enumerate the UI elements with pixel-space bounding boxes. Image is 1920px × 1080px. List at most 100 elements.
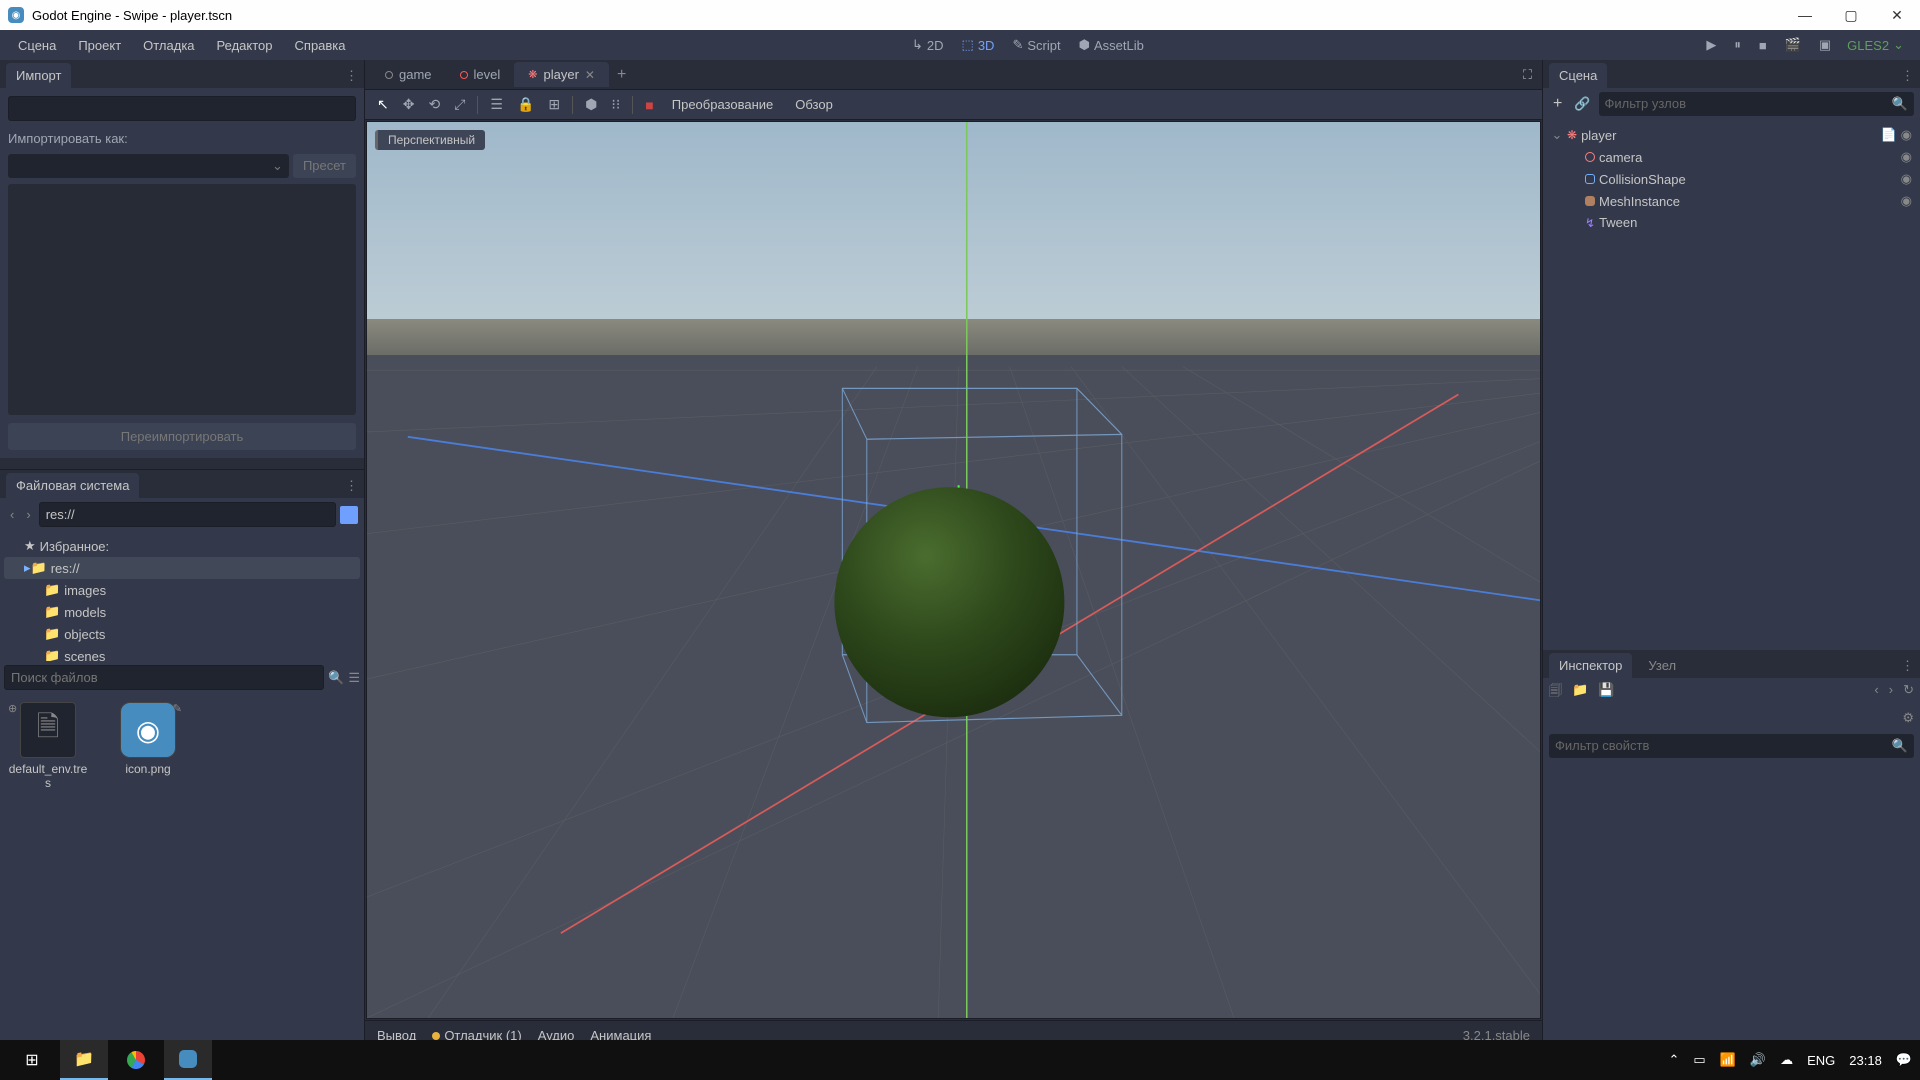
move-tool[interactable]: ✥ [397, 92, 421, 117]
scene-tab-level[interactable]: level [446, 62, 515, 87]
snap-tool[interactable]: ⁝⁝ [605, 92, 626, 117]
history-back-icon[interactable]: ‹ [1874, 682, 1878, 704]
mode-assetlib-button[interactable]: ⬢ AssetLib [1071, 33, 1152, 57]
history-menu-icon[interactable]: ↻ [1903, 682, 1914, 704]
local-space-tool[interactable]: ⬢ [579, 92, 603, 117]
rotate-tool[interactable]: ⟲ [422, 92, 446, 117]
window-close-button[interactable]: ✕ [1874, 0, 1920, 30]
taskbar-godot[interactable] [164, 1040, 212, 1080]
node-filter-input[interactable]: Фильтр узлов🔍 [1599, 92, 1914, 116]
dock-options-icon[interactable]: ⋮ [1901, 68, 1914, 84]
lock-tool[interactable]: 🔒 [511, 92, 540, 117]
inspector-tab[interactable]: Инспектор [1549, 653, 1632, 678]
script-icon[interactable]: 📄 [1880, 127, 1896, 143]
window-minimize-button[interactable]: — [1782, 0, 1828, 30]
reimport-button[interactable]: Переимпортировать [8, 423, 356, 450]
menu-editor[interactable]: Редактор [207, 34, 283, 57]
fs-folder-objects[interactable]: 📁 objects [4, 623, 360, 645]
close-tab-icon[interactable]: ✕ [585, 68, 595, 82]
fs-folder-images[interactable]: 📁 images [4, 579, 360, 601]
play-button[interactable]: ▶ [1700, 33, 1722, 57]
fs-search-input[interactable] [4, 665, 324, 690]
fs-folder-scenes[interactable]: 📁 scenes [4, 645, 360, 661]
menu-debug[interactable]: Отладка [133, 34, 204, 57]
scale-tool[interactable]: ⤢ [448, 92, 471, 117]
add-node-button[interactable]: + [1549, 93, 1566, 115]
filesystem-tab[interactable]: Файловая система [6, 473, 139, 498]
group-tool[interactable]: ⊞ [542, 92, 566, 117]
select-tool[interactable]: ↖ [371, 92, 395, 117]
fs-file-default-env[interactable]: ⊕ 🗎 default_env.tres [8, 702, 88, 1042]
tray-onedrive-icon[interactable]: ☁ [1780, 1052, 1793, 1068]
dock-options-icon[interactable]: ⋮ [345, 68, 358, 84]
pause-button[interactable]: ⏸ [1728, 33, 1747, 57]
mode-3d-button[interactable]: ⬚ 3D [954, 33, 1003, 57]
fs-split-toggle[interactable] [340, 506, 358, 524]
open-resource-icon[interactable]: 📁 [1572, 682, 1588, 704]
taskbar-chrome[interactable] [112, 1040, 160, 1080]
dock-options-icon[interactable]: ⋮ [1901, 658, 1914, 674]
save-icon[interactable]: 💾 [1598, 682, 1614, 704]
scene-tab-game[interactable]: game [371, 62, 446, 87]
fs-folder-models[interactable]: 📁 models [4, 601, 360, 623]
scene-tab-player[interactable]: ❋player✕ [514, 62, 609, 87]
stop-button[interactable]: ■ [1753, 34, 1773, 57]
tray-language[interactable]: ENG [1807, 1053, 1835, 1068]
scene-dock-tab[interactable]: Сцена [1549, 63, 1607, 88]
instance-scene-button[interactable]: 🔗 [1570, 94, 1594, 114]
taskbar-explorer[interactable]: 📁 [60, 1040, 108, 1080]
object-properties-icon[interactable]: ⚙ [1902, 710, 1914, 726]
node-tab[interactable]: Узел [1638, 653, 1686, 678]
play-custom-button[interactable]: ▣ [1813, 33, 1837, 57]
window-title: Godot Engine - Swipe - player.tscn [32, 8, 232, 23]
mode-2d-button[interactable]: ↳ 2D [904, 33, 952, 57]
scene-add-tab[interactable]: + [609, 62, 634, 88]
import-type-dropdown[interactable]: ⌄ [8, 154, 289, 178]
menu-project[interactable]: Проект [68, 34, 131, 57]
save-resource-icon[interactable]: 🗐 [1549, 682, 1562, 704]
window-maximize-button[interactable]: ▢ [1828, 0, 1874, 30]
godot-icon: ◉ [120, 702, 176, 758]
renderer-selector[interactable]: GLES2 ⌄ [1839, 33, 1912, 57]
tray-volume-icon[interactable]: 🔊 [1750, 1052, 1766, 1068]
transform-menu[interactable]: Преобразование [662, 93, 784, 116]
list-view-icon[interactable]: ☰ [348, 670, 360, 686]
visibility-icon[interactable]: ◉ [1901, 193, 1912, 209]
fs-file-icon-png[interactable]: ✎ ◉ icon.png [108, 702, 188, 1042]
fs-root[interactable]: ▸📁 res:// [4, 557, 360, 579]
node-meshinstance[interactable]: MeshInstance ◉ [1547, 190, 1916, 212]
visibility-icon[interactable]: ◉ [1901, 149, 1912, 165]
dock-options-icon[interactable]: ⋮ [345, 478, 358, 494]
visibility-icon[interactable]: ◉ [1901, 171, 1912, 187]
mode-script-button[interactable]: ✎ Script [1004, 33, 1068, 57]
tray-wifi-icon[interactable]: 📶 [1720, 1052, 1736, 1068]
menu-scene[interactable]: Сцена [8, 34, 66, 57]
preset-button[interactable]: Пресет [293, 154, 356, 178]
node-player[interactable]: ⌄❋player 📄◉ [1547, 124, 1916, 146]
menu-help[interactable]: Справка [285, 34, 356, 57]
property-filter-input[interactable]: Фильтр свойств🔍 [1549, 734, 1914, 758]
tray-notifications-icon[interactable]: 💬 [1896, 1052, 1912, 1068]
fs-back-button[interactable]: ‹ [6, 505, 18, 524]
3d-viewport[interactable]: Перспективный [366, 121, 1541, 1019]
camera-override-tool[interactable]: ■ [639, 93, 659, 117]
start-button[interactable]: ⊞ [8, 1040, 56, 1080]
tray-expand-icon[interactable]: ⌃ [1669, 1052, 1680, 1068]
distraction-free-button[interactable]: ⛶ [1519, 63, 1536, 87]
fs-favorites[interactable]: ★ Избранное: [4, 535, 360, 557]
visibility-icon[interactable]: ◉ [1901, 127, 1912, 143]
fs-path-input[interactable] [39, 502, 336, 527]
node-camera[interactable]: camera ◉ [1547, 146, 1916, 168]
node-tween[interactable]: ↯Tween [1547, 212, 1916, 233]
play-scene-button[interactable]: 🎬 [1779, 33, 1807, 57]
tray-battery-icon[interactable]: ▭ [1693, 1052, 1705, 1068]
import-resource-input[interactable] [8, 96, 356, 121]
view-menu[interactable]: Обзор [785, 93, 843, 116]
import-tab[interactable]: Импорт [6, 63, 71, 88]
history-forward-icon[interactable]: › [1889, 682, 1893, 704]
list-select-tool[interactable]: ☰ [484, 92, 509, 117]
perspective-label[interactable]: Перспективный [375, 130, 485, 150]
tray-clock[interactable]: 23:18 [1849, 1053, 1882, 1068]
fs-forward-button[interactable]: › [22, 505, 34, 524]
node-collisionshape[interactable]: CollisionShape ◉ [1547, 168, 1916, 190]
